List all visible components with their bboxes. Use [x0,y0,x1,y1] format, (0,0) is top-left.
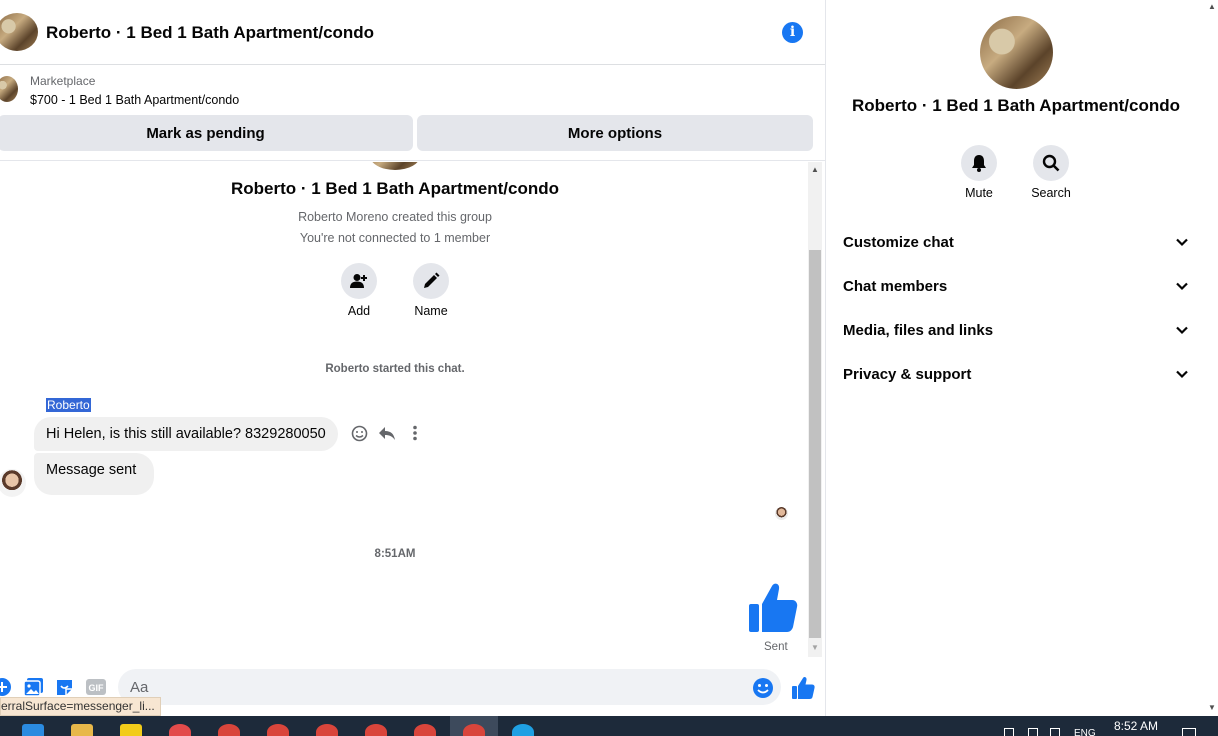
group-avatar [370,162,420,170]
marketplace-label: Marketplace [30,74,96,88]
sticker-icon[interactable] [54,677,74,697]
message-timestamp: 8:51AM [374,548,416,560]
chevron-down-icon [1176,282,1188,291]
skype-icon[interactable] [512,724,534,736]
search-label: Search [1031,186,1071,200]
add-member-button[interactable] [341,263,377,299]
pencil-icon [424,272,440,288]
send-like-icon[interactable] [791,676,815,700]
chat-header: Roberto · 1 Bed 1 Bath Apartment/condo i [0,0,825,65]
plus-circle-icon[interactable] [0,677,12,697]
message-actions [350,424,424,442]
scroll-down-arrow-icon[interactable]: ▼ [810,643,820,652]
notification-icon[interactable] [1182,728,1196,736]
chat-pane: Roberto · 1 Bed 1 Bath Apartment/condo i… [0,0,825,716]
info-icon[interactable]: i [782,22,803,43]
network-icon[interactable] [1004,728,1014,736]
message-input[interactable] [118,669,781,705]
chat-members-section[interactable]: Chat members [826,264,1206,308]
input-language[interactable]: ENG [1074,728,1096,736]
chat-started-note: Roberto started this chat. [325,363,465,375]
more-options-button[interactable]: More options [417,115,813,151]
listing-title[interactable]: $700 - 1 Bed 1 Bath Apartment/condo [30,93,239,107]
chrome-icon[interactable] [414,724,436,736]
more-vertical-icon[interactable] [406,424,424,442]
reply-icon[interactable] [378,424,396,442]
section-label: Chat members [843,277,948,295]
chrome-icon[interactable] [316,724,338,736]
messenger-window: Roberto · 1 Bed 1 Bath Apartment/condo i… [0,0,1218,736]
chevron-down-icon [1176,238,1188,247]
group-title: Roberto · 1 Bed 1 Bath Apartment/condo [230,179,560,198]
sent-status: Sent [764,641,788,653]
chat-avatar[interactable] [0,13,38,51]
customize-chat-section[interactable]: Customize chat [826,220,1206,264]
file-explorer-icon[interactable] [71,724,93,736]
scroll-thumb[interactable] [809,250,821,638]
message-bubble[interactable]: Message sent [34,453,154,495]
scroll-down-arrow-icon[interactable]: ▼ [1208,703,1216,712]
emoji-icon[interactable] [752,677,774,699]
chevron-down-icon [1176,326,1188,335]
seen-by-avatar [775,507,788,520]
conversation-avatar[interactable] [980,16,1053,89]
chrome-icon[interactable] [218,724,240,736]
sticky-notes-icon[interactable] [120,724,142,736]
conversation-title: Roberto · 1 Bed 1 Bath Apartment/condo [851,96,1181,115]
privacy-support-section[interactable]: Privacy & support [826,352,1206,396]
mute-label: Mute [965,186,993,200]
rename-group-button[interactable] [413,263,449,299]
chat-title[interactable]: Roberto · 1 Bed 1 Bath Apartment/condo [46,23,374,43]
battery-icon[interactable] [1050,728,1060,736]
sender-name: Roberto [46,398,91,412]
mute-button[interactable] [961,145,997,181]
conversation-info-panel: Roberto · 1 Bed 1 Bath Apartment/condo M… [825,0,1206,716]
section-label: Privacy & support [843,365,972,383]
status-bar-url: erralSurface=messenger_li... [0,697,161,716]
thumbs-up-icon[interactable] [748,582,798,634]
bell-icon [972,155,986,172]
section-label: Customize chat [843,233,954,251]
message-list[interactable]: Roberto · 1 Bed 1 Bath Apartment/condo R… [0,162,808,657]
svg-text:GIF: GIF [89,683,105,693]
media-files-links-section[interactable]: Media, files and links [826,308,1206,352]
marketplace-banner: Marketplace $700 - 1 Bed 1 Bath Apartmen… [0,66,825,161]
group-created-note: Roberto Moreno created this group [298,210,492,224]
chrome-icon[interactable] [267,724,289,736]
name-label: Name [414,304,448,318]
search-icon [1042,154,1060,172]
chrome-icon[interactable] [365,724,387,736]
add-label: Add [347,304,371,318]
scroll-up-arrow-icon[interactable]: ▲ [1208,2,1216,11]
taskbar-clock[interactable]: 8:52 AM [1114,719,1158,733]
search-button[interactable] [1033,145,1069,181]
chat-scrollbar[interactable]: ▲ ▼ [808,162,822,657]
message-bubble[interactable]: Hi Helen, is this still available? 83292… [34,417,338,451]
windows-taskbar: ENG 8:52 AM [0,716,1218,736]
start-app-icon[interactable] [22,724,44,736]
scroll-up-arrow-icon[interactable]: ▲ [810,165,820,174]
chrome-icon[interactable] [463,724,485,736]
window-scrollbar[interactable]: ▲ ▼ [1206,0,1218,716]
app-icon[interactable] [169,724,191,736]
smiley-icon[interactable] [350,424,368,442]
photo-icon[interactable] [23,677,43,697]
volume-icon[interactable] [1028,728,1038,736]
gif-icon[interactable]: GIF [86,677,106,697]
mark-as-pending-button[interactable]: Mark as pending [0,115,413,151]
listing-thumbnail[interactable] [0,76,18,102]
chevron-down-icon [1176,370,1188,379]
add-person-icon [350,274,367,288]
section-label: Media, files and links [843,321,994,339]
sender-avatar[interactable] [0,469,26,497]
connection-note: You're not connected to 1 member [299,231,491,245]
